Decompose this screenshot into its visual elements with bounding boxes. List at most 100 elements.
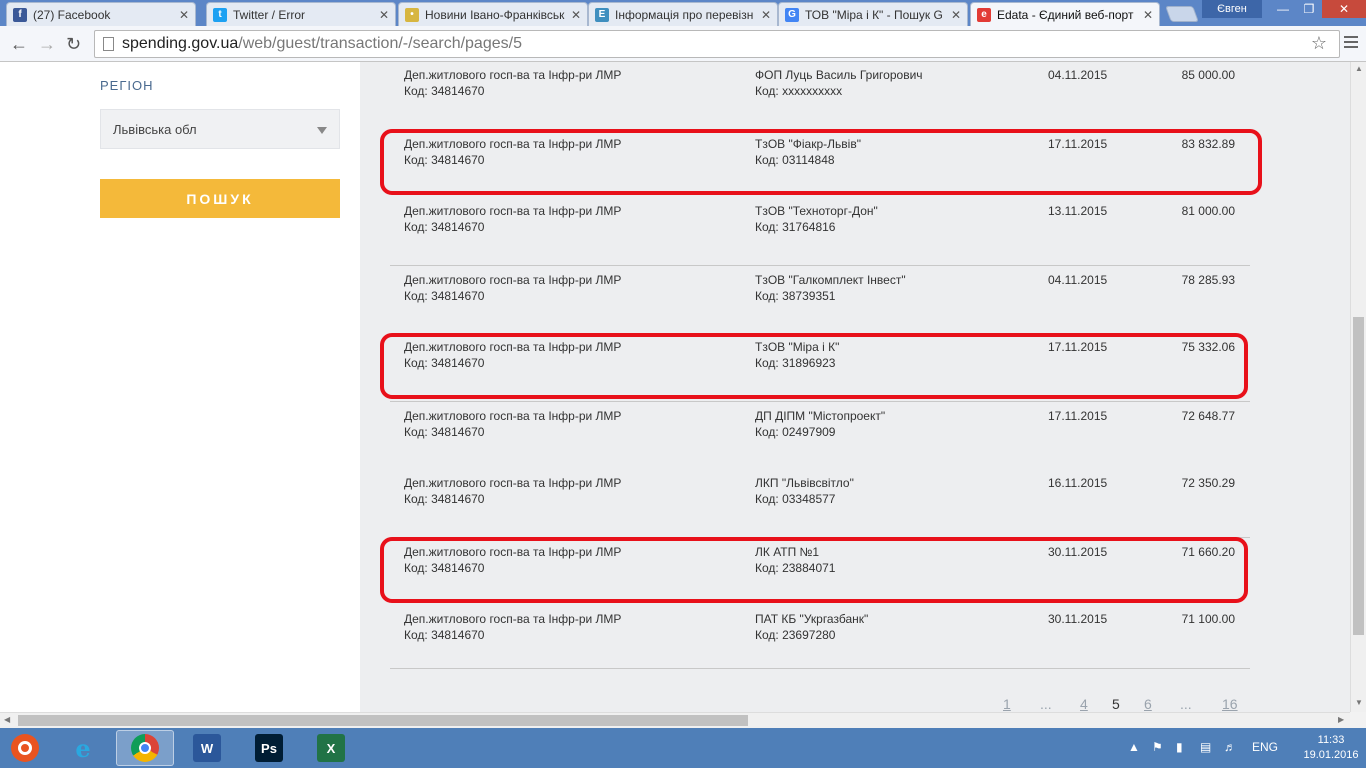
browser-tab[interactable]: G ТОВ "Міра і К" - Пошук G ✕ — [778, 2, 968, 26]
browser-tab[interactable]: t Twitter / Error ✕ — [206, 2, 396, 26]
date-cell: 30.11.2015 — [1048, 611, 1107, 627]
new-tab-button[interactable] — [1165, 6, 1199, 22]
maximize-button[interactable]: ❐ — [1296, 0, 1322, 18]
chrome-icon[interactable] — [116, 730, 174, 766]
region-select-value: Львівська обл — [113, 121, 197, 137]
internet-explorer-icon[interactable]: e — [54, 730, 112, 766]
table-row[interactable]: Деп.житлового госп-ва та Інфр-ри ЛМР Код:… — [390, 197, 1250, 265]
close-tab-icon[interactable]: ✕ — [571, 8, 581, 22]
red-highlight-box — [380, 333, 1248, 399]
close-window-button[interactable]: ✕ — [1322, 0, 1366, 18]
twitter-icon: t — [213, 7, 227, 22]
receiver-text: ТзОВ "Техноторг-Дон" — [755, 204, 878, 218]
scroll-up-icon[interactable]: ▲ — [1355, 64, 1363, 73]
receiver-code-text: Код: 03348577 — [755, 492, 836, 506]
reload-icon[interactable]: ↻ — [66, 34, 81, 55]
browser-tab[interactable]: f (27) Facebook ✕ — [6, 2, 196, 26]
amount-cell: 72 350.29 — [1130, 475, 1235, 491]
region-label: РЕГІОН — [100, 78, 154, 93]
excel-icon-glyph: X — [317, 734, 345, 762]
table-row[interactable]: Деп.житлового госп-ва та Інфр-ри ЛМР Код:… — [390, 62, 1250, 129]
amount-cell: 85 000.00 — [1130, 67, 1235, 83]
chevron-down-icon — [317, 127, 327, 134]
table-row[interactable]: Деп.житлового госп-ва та Інфр-ри ЛМР Код:… — [390, 265, 1250, 333]
scroll-down-icon[interactable]: ▼ — [1355, 698, 1363, 707]
network-icon[interactable]: ▤ — [1200, 740, 1211, 754]
volume-icon[interactable]: ♬ — [1224, 740, 1236, 754]
close-tab-icon[interactable]: ✕ — [951, 8, 961, 22]
browser-tab[interactable]: E Інформація про перевізн ✕ — [588, 2, 778, 26]
table-row[interactable]: Деп.житлового госп-ва та Інфр-ри ЛМР Код:… — [390, 469, 1250, 537]
clock-date: 19.01.2016 — [1303, 749, 1359, 761]
news-icon: • — [405, 7, 419, 22]
word-icon[interactable]: W — [178, 730, 236, 766]
forward-arrow-icon[interactable]: → — [38, 34, 56, 55]
search-button[interactable]: ПОШУК — [100, 179, 340, 218]
date-cell: 04.11.2015 — [1048, 67, 1107, 83]
pagination-page[interactable]: 1 — [1003, 696, 1011, 712]
close-tab-icon[interactable]: ✕ — [379, 8, 389, 22]
payer-cell: Деп.житлового госп-ва та Інфр-ри ЛМР Код:… — [404, 203, 744, 235]
region-select[interactable]: Львівська обл — [100, 109, 340, 149]
receiver-code-text: Код: 23697280 — [755, 628, 836, 642]
payer-code-text: Код: 34814670 — [404, 220, 485, 234]
pagination-page[interactable]: 16 — [1222, 696, 1238, 712]
close-tab-icon[interactable]: ✕ — [761, 8, 771, 22]
language-indicator[interactable]: ENG — [1252, 740, 1278, 754]
action-center-flag-icon[interactable]: ⚑ — [1152, 740, 1163, 754]
red-highlight-box — [380, 537, 1248, 603]
info-icon: E — [595, 7, 609, 22]
date-text: 30.11.2015 — [1048, 612, 1108, 626]
system-clock[interactable]: 11:33 19.01.2016 — [1298, 733, 1364, 763]
date-text: 16.11.2015 — [1048, 476, 1108, 490]
payer-code-text: Код: 34814670 — [404, 425, 485, 439]
address-bar[interactable]: spending.gov.ua/web/guest/transaction/-/… — [94, 30, 1340, 58]
photoshop-icon[interactable]: Ps — [240, 730, 298, 766]
transactions-list: Деп.житлового госп-ва та Інфр-ри ЛМР Код:… — [360, 62, 1350, 712]
receiver-cell: ЛКП "Львівсвітло" Код: 03348577 — [755, 475, 1035, 507]
filter-sidebar: РЕГІОН Львівська обл ПОШУК — [0, 62, 360, 712]
date-text: 13.11.2015 — [1048, 204, 1108, 218]
ubuntu-icon[interactable] — [0, 730, 54, 766]
scroll-right-icon[interactable]: ▶ — [1338, 715, 1344, 724]
pagination-ellipsis: ... — [1180, 696, 1192, 712]
vertical-scroll-thumb[interactable] — [1353, 317, 1364, 635]
profile-button[interactable]: Євген — [1202, 0, 1262, 18]
tray-expand-icon[interactable]: ▲ — [1128, 740, 1140, 754]
payer-text: Деп.житлового госп-ва та Інфр-ри ЛМР — [404, 476, 622, 490]
horizontal-scroll-thumb[interactable] — [18, 715, 748, 726]
payer-text: Деп.житлового госп-ва та Інфр-ри ЛМР — [404, 612, 622, 626]
horizontal-scrollbar[interactable]: ◀ ▶ — [0, 712, 1350, 728]
list-divider — [390, 668, 1250, 669]
pagination-page[interactable]: 6 — [1144, 696, 1152, 712]
receiver-code-text: Код: 38739351 — [755, 289, 836, 303]
table-row[interactable]: Деп.житлового госп-ва та Інфр-ри ЛМР Код:… — [390, 401, 1250, 469]
word-icon-glyph: W — [193, 734, 221, 762]
browser-tab[interactable]: e Edata - Єдиний веб-порт ✕ — [970, 2, 1160, 26]
vertical-scrollbar[interactable]: ▲ ▼ — [1350, 62, 1366, 712]
table-row[interactable]: Деп.житлового госп-ва та Інфр-ри ЛМР Код:… — [390, 605, 1250, 673]
payer-code-text: Код: 34814670 — [404, 84, 485, 98]
pagination-page[interactable]: 4 — [1080, 696, 1088, 712]
browser-tab[interactable]: • Новини Івано-Франківськ ✕ — [398, 2, 588, 26]
amount-cell: 78 285.93 — [1130, 272, 1235, 288]
receiver-cell: ТзОВ "Галкомплект Інвест" Код: 38739351 — [755, 272, 1035, 304]
payer-text: Деп.житлового госп-ва та Інфр-ри ЛМР — [404, 68, 622, 82]
date-cell: 16.11.2015 — [1048, 475, 1107, 491]
scroll-left-icon[interactable]: ◀ — [4, 715, 10, 724]
date-text: 04.11.2015 — [1048, 273, 1108, 287]
minimize-button[interactable]: — — [1270, 0, 1296, 18]
url-path: /web/guest/transaction/-/search/pages/5 — [238, 35, 522, 52]
close-tab-icon[interactable]: ✕ — [1143, 8, 1153, 22]
bookmark-star-icon[interactable]: ☆ — [1311, 33, 1327, 54]
payer-text: Деп.житлового госп-ва та Інфр-ри ЛМР — [404, 273, 622, 287]
close-tab-icon[interactable]: ✕ — [179, 8, 189, 22]
battery-icon[interactable]: ▮ — [1176, 740, 1183, 754]
excel-icon[interactable]: X — [302, 730, 360, 766]
browser-menu-icon[interactable] — [1344, 36, 1358, 51]
payer-code-text: Код: 34814670 — [404, 289, 485, 303]
back-arrow-icon[interactable]: ← — [10, 34, 28, 55]
internet-explorer-icon-glyph: e — [75, 733, 91, 763]
tab-label: Інформація про перевізн — [615, 7, 754, 22]
payer-cell: Деп.житлового госп-ва та Інфр-ри ЛМР Код:… — [404, 408, 744, 440]
